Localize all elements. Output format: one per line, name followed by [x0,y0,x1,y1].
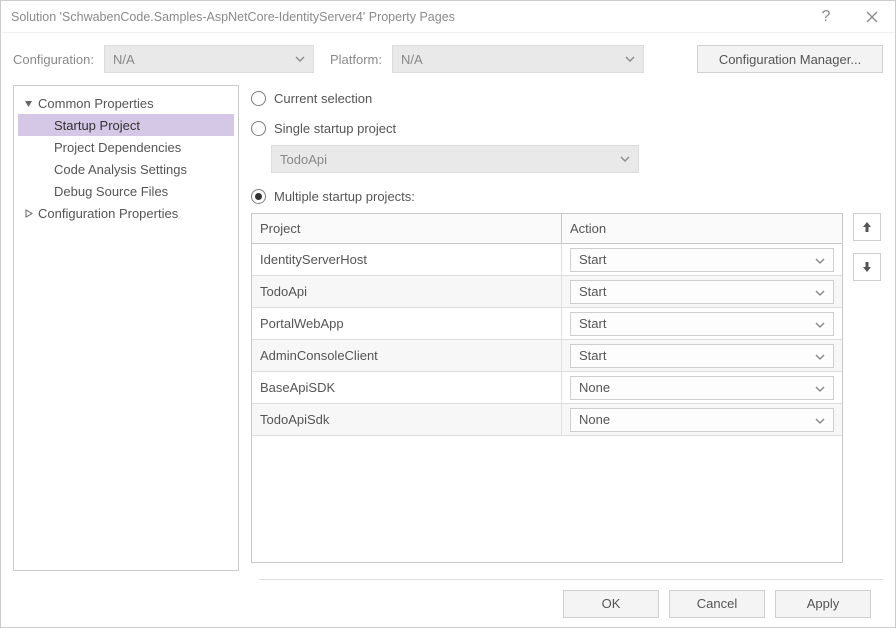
arrow-down-icon [861,261,873,273]
header-project[interactable]: Project [252,214,562,243]
table-header: Project Action [252,214,842,244]
table-body: IdentityServerHostStartTodoApiStartPorta… [252,244,842,562]
radio-icon [251,121,266,136]
action-select[interactable]: Start [570,248,834,272]
config-row: Configuration: N/A Platform: N/A Configu… [1,33,895,85]
cell-action: None [562,404,842,435]
window-title: Solution 'SchwabenCode.Samples-AspNetCor… [11,10,803,24]
table-row[interactable]: IdentityServerHost Start [252,244,842,276]
cell-action: Start [562,340,842,371]
chevron-down-icon [815,380,825,395]
radio-label: Multiple startup projects: [274,189,415,204]
action-value: Start [579,316,606,331]
action-select[interactable]: Start [570,280,834,304]
header-action[interactable]: Action [562,214,842,243]
chevron-down-icon [815,316,825,331]
tree-label: Code Analysis Settings [54,162,187,177]
action-value: Start [579,252,606,267]
reorder-buttons [853,213,883,563]
tree-node-debug-source-files[interactable]: Debug Source Files [18,180,234,202]
dialog-footer: OK Cancel Apply [259,579,883,627]
ok-button[interactable]: OK [563,590,659,618]
chevron-down-icon [815,412,825,427]
chevron-down-icon [620,156,630,162]
action-value: None [579,380,610,395]
move-down-button[interactable] [853,253,881,281]
single-startup-value: TodoApi [280,152,327,167]
platform-value: N/A [401,52,423,67]
close-button[interactable] [849,1,895,33]
titlebar: Solution 'SchwabenCode.Samples-AspNetCor… [1,1,895,33]
chevron-down-icon [815,284,825,299]
tree-node-common-properties[interactable]: Common Properties [18,92,234,114]
configuration-label: Configuration: [13,52,94,67]
radio-single-startup[interactable]: Single startup project [251,115,883,141]
action-value: None [579,412,610,427]
chevron-down-icon [295,56,305,62]
close-icon [866,11,878,23]
tree-label: Debug Source Files [54,184,168,199]
property-pages-window: Solution 'SchwabenCode.Samples-AspNetCor… [0,0,896,628]
chevron-down-icon [815,348,825,363]
tree-label: Startup Project [54,118,140,133]
move-up-button[interactable] [853,213,881,241]
tree-node-startup-project[interactable]: Startup Project [18,114,234,136]
tree-node-code-analysis-settings[interactable]: Code Analysis Settings [18,158,234,180]
configuration-combo[interactable]: N/A [104,45,314,73]
cell-action: Start [562,308,842,339]
configuration-manager-button[interactable]: Configuration Manager... [697,45,883,73]
apply-button[interactable]: Apply [775,590,871,618]
chevron-down-icon [625,56,635,62]
table-row[interactable]: AdminConsoleClient Start [252,340,842,372]
tree-label: Project Dependencies [54,140,181,155]
platform-label: Platform: [330,52,382,67]
tree-label: Common Properties [38,96,154,111]
radio-current-selection[interactable]: Current selection [251,85,883,111]
action-select[interactable]: None [570,376,834,400]
action-value: Start [579,348,606,363]
radio-label: Single startup project [274,121,396,136]
radio-icon [251,91,266,106]
table-row[interactable]: BaseApiSDK None [252,372,842,404]
cell-project: TodoApiSdk [252,404,562,435]
nav-tree[interactable]: Common Properties Startup Project Projec… [13,85,239,571]
cell-project: TodoApi [252,276,562,307]
cancel-button[interactable]: Cancel [669,590,765,618]
cell-action: Start [562,276,842,307]
tree-node-configuration-properties[interactable]: Configuration Properties [18,202,234,224]
cell-project: PortalWebApp [252,308,562,339]
single-startup-combo[interactable]: TodoApi [271,145,639,173]
cell-project: AdminConsoleClient [252,340,562,371]
main-area: Common Properties Startup Project Projec… [1,85,895,571]
cell-project: BaseApiSDK [252,372,562,403]
collapse-icon [22,99,34,108]
table-row[interactable]: PortalWebApp Start [252,308,842,340]
action-select[interactable]: None [570,408,834,432]
action-value: Start [579,284,606,299]
radio-label: Current selection [274,91,372,106]
table-row[interactable]: TodoApiSdk None [252,404,842,436]
cell-action: Start [562,244,842,275]
configuration-value: N/A [113,52,135,67]
action-select[interactable]: Start [570,312,834,336]
chevron-down-icon [815,252,825,267]
cell-project: IdentityServerHost [252,244,562,275]
content-panel: Current selection Single startup project… [251,85,883,571]
action-select[interactable]: Start [570,344,834,368]
tree-label: Configuration Properties [38,206,178,221]
arrow-up-icon [861,221,873,233]
platform-combo[interactable]: N/A [392,45,644,73]
tree-node-project-dependencies[interactable]: Project Dependencies [18,136,234,158]
cell-action: None [562,372,842,403]
help-button[interactable]: ? [803,1,849,33]
projects-table: Project Action IdentityServerHostStartTo… [251,213,843,563]
table-row[interactable]: TodoApi Start [252,276,842,308]
expand-icon [22,209,34,218]
radio-multiple-startup[interactable]: Multiple startup projects: [251,183,883,209]
radio-icon [251,189,266,204]
projects-area: Project Action IdentityServerHostStartTo… [251,213,883,563]
